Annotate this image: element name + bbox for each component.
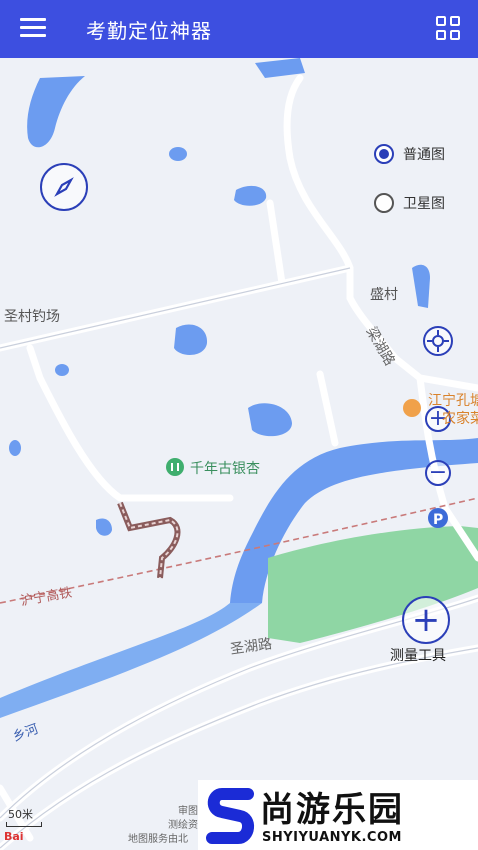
grid-icon[interactable]	[436, 16, 462, 42]
copyright-2: 测绘资	[168, 820, 198, 831]
zoom-out-button[interactable]: −	[425, 460, 451, 486]
map-view[interactable]: P 普通图 卫星图 + − + 测量工具 圣村钓场 千年古银杏 盛村 江宁孔塘 …	[0, 58, 478, 850]
layer-normal-option[interactable]: 普通图	[374, 144, 445, 164]
copyright-3: 地图服务由北	[128, 834, 188, 845]
scale-bar	[6, 822, 42, 827]
place-poi2: 农家菜	[442, 411, 478, 427]
baidu-logo: Bai	[4, 830, 24, 843]
locate-button[interactable]	[423, 326, 453, 356]
watermark-logo-icon	[206, 788, 254, 844]
compass-icon[interactable]	[40, 163, 88, 211]
app-title: 考勤定位神器	[86, 19, 212, 43]
watermark-url: SHYIYUANYK.COM	[262, 830, 402, 845]
measure-label: 测量工具	[390, 648, 446, 664]
crosshair-icon	[427, 330, 449, 352]
place-ginkgo: 千年古银杏	[190, 461, 260, 477]
place-shengcun: 盛村	[370, 287, 398, 303]
layer-normal-label: 普通图	[403, 147, 445, 163]
watermark-banner: 尚游乐园 SHYIYUANYK.COM	[198, 780, 478, 850]
satellite-radio[interactable]	[374, 193, 394, 213]
tree-poi-icon	[166, 458, 184, 476]
place-fishing: 圣村钓场	[4, 309, 60, 325]
scale-label: 50米	[8, 808, 33, 821]
measure-button[interactable]: +	[402, 596, 450, 644]
layer-satellite-option[interactable]: 卫星图	[374, 193, 445, 213]
place-poi: 江宁孔塘	[428, 393, 478, 409]
watermark-title: 尚游乐园	[260, 790, 404, 830]
restaurant-poi-icon	[403, 399, 421, 417]
svg-text:P: P	[433, 512, 443, 528]
copyright-1: 审图	[178, 806, 198, 817]
layer-satellite-label: 卫星图	[403, 196, 445, 212]
menu-icon[interactable]	[20, 18, 46, 40]
app-header: 考勤定位神器	[0, 0, 478, 58]
normal-radio[interactable]	[374, 144, 394, 164]
